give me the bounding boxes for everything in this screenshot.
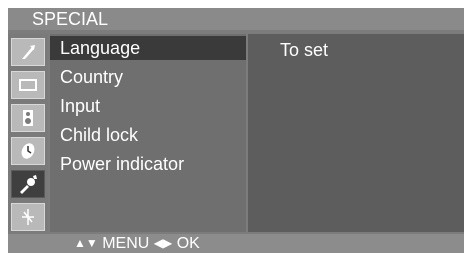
time-icon-glyph <box>21 143 35 159</box>
left-right-arrows-icon: ◀▶ <box>153 236 173 250</box>
picture-icon-glyph <box>22 45 35 59</box>
special-icon[interactable] <box>11 170 45 198</box>
menu-title: SPECIAL <box>8 8 464 30</box>
menu-item-country[interactable]: Country <box>50 65 246 89</box>
screen-icon[interactable] <box>11 71 45 99</box>
picture-icon[interactable] <box>11 38 45 66</box>
submenu-panel: To set <box>248 34 464 232</box>
screen-icon-glyph <box>19 79 37 91</box>
menu-hint-label: MENU <box>102 235 150 252</box>
special-menu-list: Language Country Input Child lock Power … <box>50 34 246 232</box>
time-icon[interactable] <box>11 137 45 165</box>
station-icon-glyph <box>22 209 34 225</box>
menu-item-input[interactable]: Input <box>50 94 246 118</box>
submenu-value[interactable]: To set <box>280 39 328 61</box>
up-down-arrows-icon: ▲▼ <box>74 236 98 250</box>
menu-item-language[interactable]: Language <box>50 36 246 60</box>
navigation-hint: ▲▼ MENU ◀▶ OK <box>74 234 200 253</box>
navigation-hint-bar: ▲▼ MENU ◀▶ OK <box>8 234 464 253</box>
menu-item-child-lock[interactable]: Child lock <box>50 123 246 147</box>
sound-icon-glyph <box>23 110 33 126</box>
sound-icon[interactable] <box>11 104 45 132</box>
ok-hint-label: OK <box>176 235 200 252</box>
station-icon[interactable] <box>11 203 45 231</box>
category-icon-column <box>8 34 48 232</box>
menu-item-power-indicator[interactable]: Power indicator <box>50 152 246 176</box>
special-icon-glyph <box>20 175 37 194</box>
osd-menu: SPECIAL Language Country Input Child loc… <box>8 8 464 253</box>
